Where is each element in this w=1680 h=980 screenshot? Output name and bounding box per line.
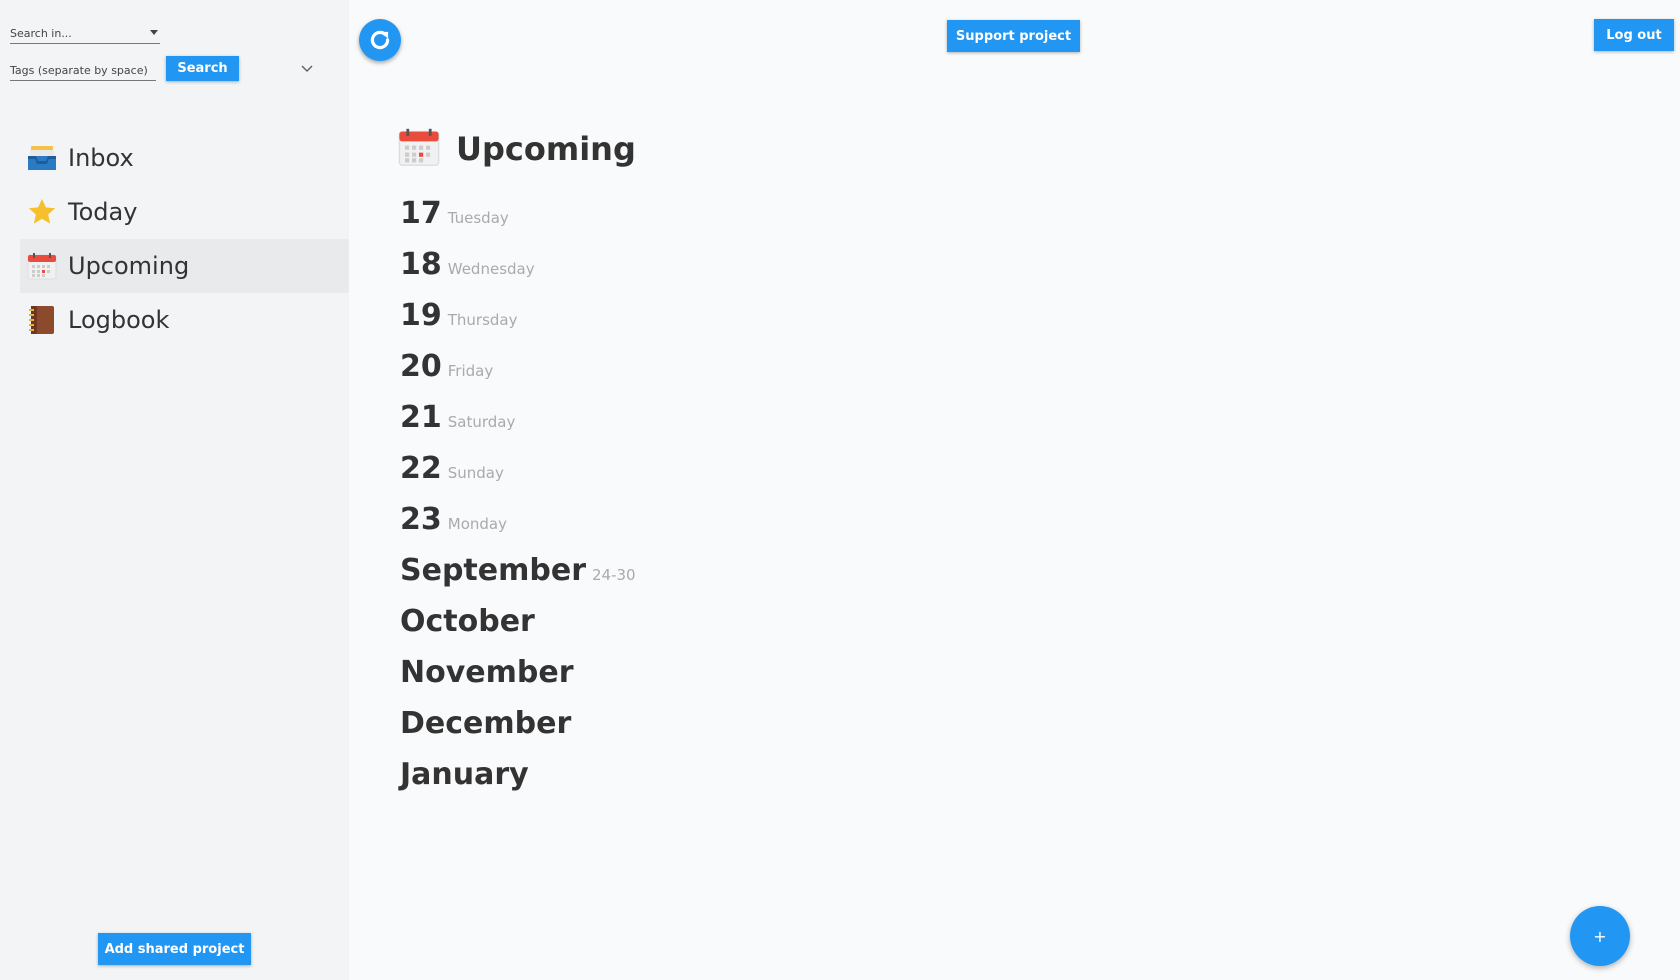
refresh-button[interactable]: [359, 19, 401, 61]
day-row: 21 Saturday: [400, 400, 535, 451]
dropdown-caret-icon: [150, 30, 158, 35]
add-shared-project-button[interactable]: Add shared project: [98, 933, 251, 965]
month-row: December: [400, 706, 636, 757]
search-in-select[interactable]: Search in...: [10, 22, 160, 44]
day-row: 20 Friday: [400, 349, 535, 400]
page-header: Upcoming: [398, 127, 636, 171]
calendar-icon: [26, 250, 58, 282]
day-name: Friday: [447, 362, 494, 380]
day-row: 19 Thursday: [400, 298, 535, 349]
tags-search-row: Tags (separate by space) Search: [10, 56, 239, 81]
search-in-placeholder: Search in...: [10, 27, 72, 40]
month-name: September: [400, 553, 586, 588]
star-icon: [26, 196, 58, 228]
month-row: January: [400, 757, 636, 808]
chevron-down-icon[interactable]: [300, 62, 314, 76]
page-title: Upcoming: [456, 130, 636, 168]
month-row: November: [400, 655, 636, 706]
month-name: January: [400, 757, 529, 792]
tags-placeholder: Tags (separate by space): [10, 64, 148, 77]
month-name: November: [400, 655, 574, 690]
notebook-icon: [26, 304, 58, 336]
month-name: October: [400, 604, 535, 639]
tags-input[interactable]: Tags (separate by space): [10, 59, 156, 81]
refresh-icon: [370, 30, 390, 50]
sidebar-item-inbox[interactable]: Inbox: [20, 131, 349, 185]
sidebar: Search in... Tags (separate by space) Se…: [0, 0, 349, 980]
day-number: 20: [400, 349, 442, 384]
search-in-row: Search in...: [10, 22, 160, 44]
day-name: Thursday: [447, 311, 518, 329]
day-number: 22: [400, 451, 442, 486]
sidebar-item-logbook[interactable]: Logbook: [20, 293, 349, 347]
upcoming-days-list: 17 Tuesday 18 Wednesday 19 Thursday 20 F…: [400, 196, 535, 553]
day-row: 18 Wednesday: [400, 247, 535, 298]
day-number: 19: [400, 298, 442, 333]
search-button[interactable]: Search: [166, 56, 239, 81]
day-name: Sunday: [447, 464, 504, 482]
sidebar-item-label: Inbox: [68, 144, 134, 172]
sidebar-item-label: Today: [68, 198, 138, 226]
month-name: December: [400, 706, 572, 741]
sidebar-item-upcoming[interactable]: Upcoming: [20, 239, 349, 293]
inbox-tray-icon: [26, 142, 58, 174]
calendar-icon: [398, 127, 440, 171]
sidebar-item-label: Logbook: [68, 306, 170, 334]
plus-icon: +: [1593, 926, 1607, 946]
sidebar-nav: Inbox Today Upcoming Logbook: [20, 131, 349, 347]
sidebar-item-label: Upcoming: [68, 252, 190, 280]
day-name: Wednesday: [447, 260, 535, 278]
day-number: 23: [400, 502, 442, 537]
month-row: September 24-30: [400, 553, 636, 604]
month-day-range: 24-30: [592, 566, 636, 584]
day-number: 21: [400, 400, 442, 435]
support-project-button[interactable]: Support project: [947, 20, 1080, 52]
day-row: 22 Sunday: [400, 451, 535, 502]
upcoming-months-list: September 24-30 October November Decembe…: [400, 553, 636, 808]
month-row: October: [400, 604, 636, 655]
day-row: 23 Monday: [400, 502, 535, 553]
add-task-fab[interactable]: +: [1570, 906, 1630, 966]
day-name: Tuesday: [447, 209, 509, 227]
day-name: Saturday: [447, 413, 516, 431]
day-number: 18: [400, 247, 442, 282]
day-name: Monday: [447, 515, 507, 533]
day-row: 17 Tuesday: [400, 196, 535, 247]
sidebar-item-today[interactable]: Today: [20, 185, 349, 239]
log-out-button[interactable]: Log out: [1594, 19, 1674, 51]
day-number: 17: [400, 196, 442, 231]
